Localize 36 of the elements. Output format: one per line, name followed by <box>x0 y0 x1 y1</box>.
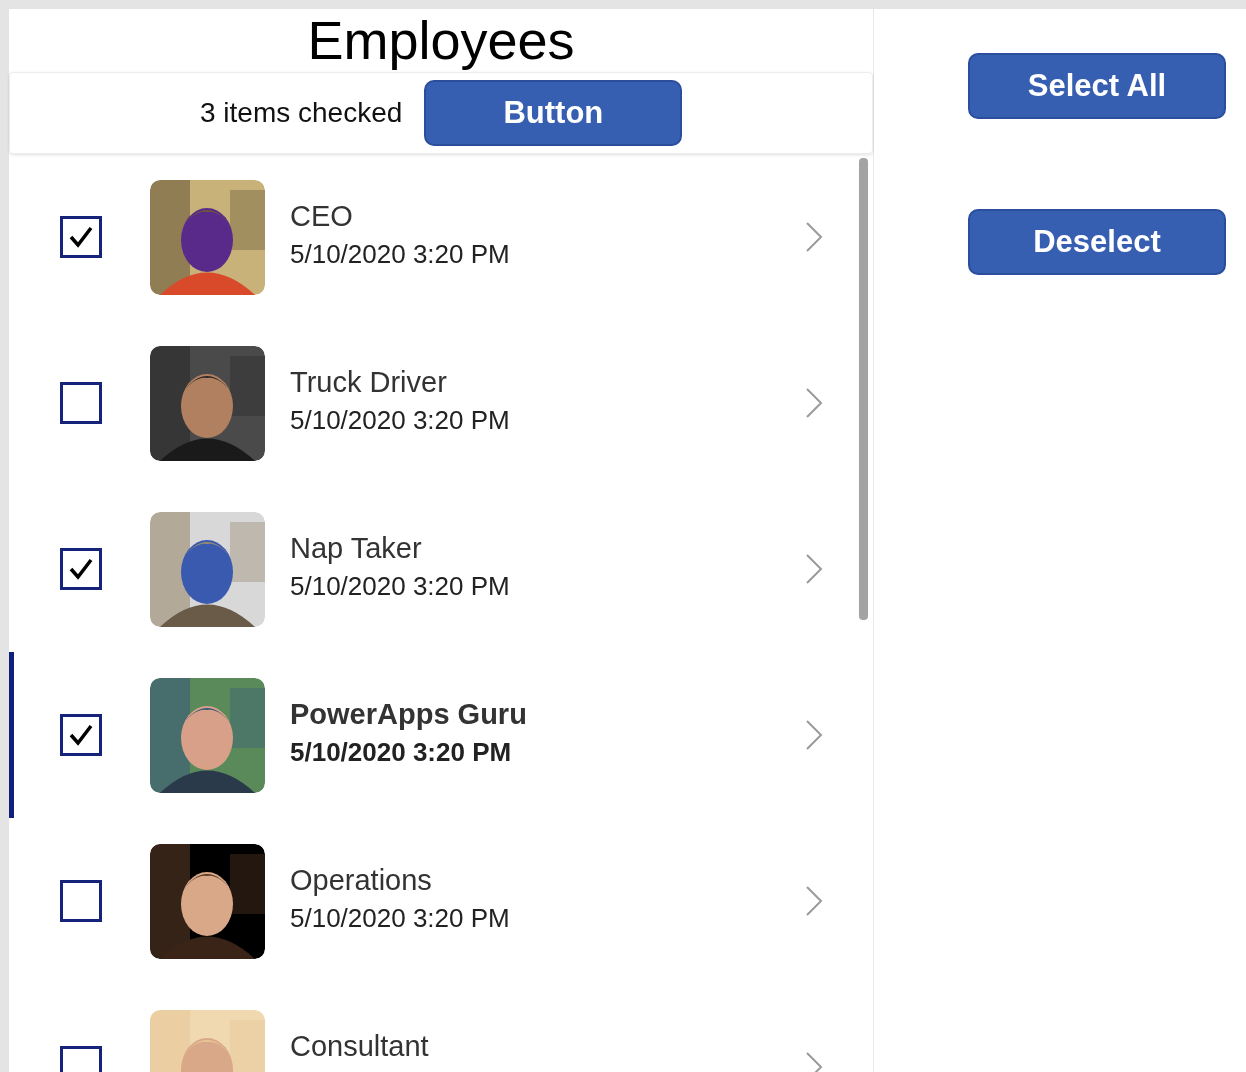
employee-date: 5/10/2020 3:20 PM <box>290 737 513 768</box>
checkbox[interactable] <box>60 216 102 258</box>
checked-count: 3 items checked <box>200 97 403 129</box>
chevron-icon[interactable] <box>805 221 823 253</box>
employee-row[interactable]: Operations 5/10/2020 3:20 PM <box>9 818 873 984</box>
employee-title: Nap Taker <box>290 532 423 565</box>
employee-date: 5/10/2020 3:20 PM <box>290 239 511 270</box>
scrollbar[interactable] <box>859 158 868 620</box>
checkbox[interactable] <box>60 880 102 922</box>
action-button[interactable]: Button <box>424 80 683 146</box>
employee-date: 5/10/2020 3:20 PM <box>290 571 511 602</box>
employee-row[interactable]: Truck Driver 5/10/2020 3:20 PM <box>9 320 873 486</box>
employee-row[interactable]: CEO 5/10/2020 3:20 PM <box>9 154 873 320</box>
checkbox[interactable] <box>60 714 102 756</box>
check-icon <box>69 558 93 580</box>
employee-title: Operations <box>290 864 433 897</box>
employee-date: 5/10/2020 3:20 PM <box>290 405 511 436</box>
deselect-button[interactable]: Deselect <box>968 209 1226 275</box>
employee-row[interactable]: Nap Taker 5/10/2020 3:20 PM <box>9 486 873 652</box>
employee-title: PowerApps Guru <box>290 698 528 731</box>
employee-title: CEO <box>290 200 354 233</box>
employee-row[interactable]: Consultant <box>9 984 873 1072</box>
employee-title: Consultant <box>290 1030 430 1063</box>
check-icon <box>69 724 93 746</box>
employee-row[interactable]: PowerApps Guru 5/10/2020 3:20 PM <box>9 652 873 818</box>
check-icon <box>69 226 93 248</box>
select-all-button[interactable]: Select All <box>968 53 1226 119</box>
employee-title: Truck Driver <box>290 366 448 399</box>
chevron-icon[interactable] <box>805 719 823 751</box>
checkbox[interactable] <box>60 548 102 590</box>
checkbox[interactable] <box>60 382 102 424</box>
screen-title: Employees <box>307 9 575 72</box>
employee-date: 5/10/2020 3:20 PM <box>290 903 511 934</box>
chevron-icon[interactable] <box>805 387 823 419</box>
chevron-icon[interactable] <box>805 553 823 585</box>
chevron-icon[interactable] <box>805 885 823 917</box>
